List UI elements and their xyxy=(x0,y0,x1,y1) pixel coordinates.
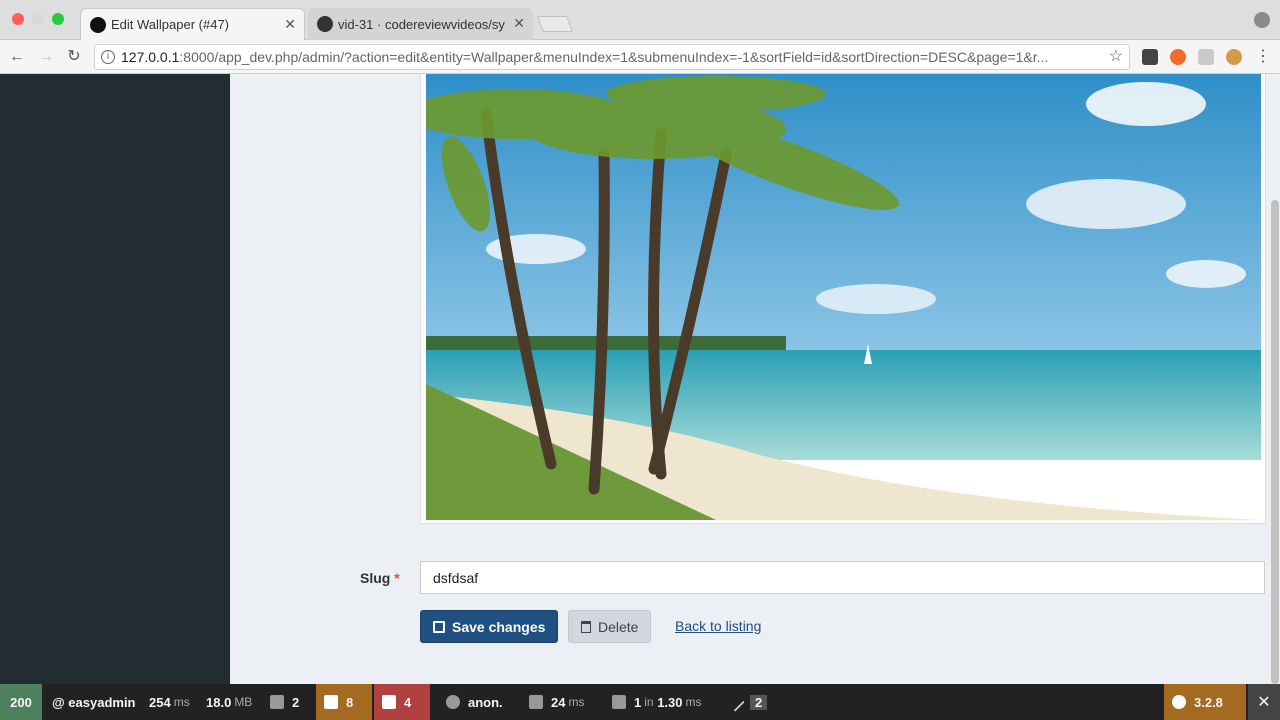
profile-icon[interactable] xyxy=(1254,12,1270,28)
request-time: 254 xyxy=(149,694,171,710)
config-item[interactable]: 2 xyxy=(720,684,775,720)
magic-wand-icon xyxy=(725,692,745,712)
db-time: 1.30 xyxy=(657,694,683,710)
required-marker: * xyxy=(394,570,400,586)
tab-github[interactable]: vid-31 · codereviewvideos/sy ✕ xyxy=(308,8,533,40)
config-count: 2 xyxy=(750,694,768,710)
status-code: 200 xyxy=(10,694,32,710)
render-time-unit: ms xyxy=(568,695,585,709)
translation-icon xyxy=(382,695,396,709)
symfony-version: 3.2.8 xyxy=(1194,694,1223,710)
extension-icon[interactable] xyxy=(1198,49,1214,65)
back-arrow-icon[interactable]: ← xyxy=(6,46,28,68)
form-icon xyxy=(270,695,284,709)
logs-count: 8 xyxy=(346,694,354,710)
cookie-icon[interactable] xyxy=(1226,49,1242,65)
close-toolbar-button[interactable]: ✕ xyxy=(1248,684,1280,720)
menu-icon[interactable]: ⋮ xyxy=(1252,46,1274,68)
url-path: :8000/app_dev.php/admin/?action=edit&ent… xyxy=(179,49,1049,65)
symfony-favicon-icon xyxy=(90,17,106,33)
slug-label: Slug * xyxy=(360,570,400,586)
translations-item[interactable]: 4 xyxy=(374,684,430,720)
browser-tab-strip: Edit Wallpaper (#47) ✕ vid-31 · coderevi… xyxy=(0,0,1280,40)
tab-edit-wallpaper[interactable]: Edit Wallpaper (#47) ✕ xyxy=(80,8,305,40)
user-name: anon. xyxy=(468,694,503,710)
memory-item[interactable]: 18.0 MB xyxy=(198,684,260,720)
request-time-unit: ms xyxy=(173,695,190,709)
template-icon xyxy=(529,695,543,709)
user-icon xyxy=(446,695,460,709)
symfony-debug-toolbar: 200 @ easyadmin 254 ms 18.0 MB 2 8 4 anon.… xyxy=(0,684,1280,720)
minimize-window-button[interactable] xyxy=(32,13,44,25)
github-favicon-icon xyxy=(317,16,333,32)
database-icon xyxy=(612,695,626,709)
memory-unit: MB xyxy=(234,695,253,709)
db-query-count: 1 xyxy=(634,694,642,710)
browser-toolbar: ← → ↻ i 127.0.0.1:8000/app_dev.php/admin… xyxy=(0,40,1280,74)
route-name: @ easyadmin xyxy=(52,694,136,710)
database-item[interactable]: 1 in 1.30 ms xyxy=(604,684,710,720)
route-item[interactable]: @ easyadmin xyxy=(44,684,144,720)
close-tab-icon[interactable]: ✕ xyxy=(284,16,296,33)
maximize-window-button[interactable] xyxy=(52,13,64,25)
status-code-badge[interactable]: 200 xyxy=(0,684,42,720)
save-icon xyxy=(433,620,445,633)
render-time-item[interactable]: 24 ms xyxy=(521,684,592,720)
trash-icon xyxy=(581,620,591,633)
symfony-version-item[interactable]: 3.2.8 xyxy=(1164,684,1246,720)
close-tab-icon[interactable]: ✕ xyxy=(513,15,525,32)
image-preview-panel xyxy=(420,74,1266,524)
exclamation-icon xyxy=(324,695,338,709)
request-time-item[interactable]: 254 ms xyxy=(141,684,198,720)
save-changes-button[interactable]: Save changes xyxy=(420,610,559,643)
scrollbar-thumb[interactable] xyxy=(1271,200,1279,684)
forms-count: 2 xyxy=(292,694,300,710)
db-in: in xyxy=(644,695,654,709)
delete-button[interactable]: Delete xyxy=(568,610,652,643)
db-time-unit: ms xyxy=(685,695,702,709)
info-icon[interactable]: i xyxy=(101,50,115,64)
delete-label: Delete xyxy=(598,618,639,635)
back-to-listing-link[interactable]: Back to listing xyxy=(675,618,761,634)
tab-title: vid-31 · codereviewvideos/sy xyxy=(338,16,505,32)
bookmark-star-icon[interactable]: ☆ xyxy=(1109,45,1123,69)
admin-sidebar xyxy=(0,74,230,684)
forms-item[interactable]: 2 xyxy=(262,684,307,720)
new-tab-button[interactable] xyxy=(537,16,573,32)
slug-label-text: Slug xyxy=(360,570,391,586)
save-label: Save changes xyxy=(452,618,546,635)
slug-input[interactable] xyxy=(420,561,1265,594)
reload-icon[interactable]: ↻ xyxy=(63,46,85,68)
memory-value: 18.0 xyxy=(206,694,232,710)
user-item[interactable]: anon. xyxy=(438,684,511,720)
symfony-logo-icon xyxy=(1172,695,1186,709)
url-host: 127.0.0.1 xyxy=(121,49,180,65)
render-time: 24 xyxy=(551,694,566,710)
tab-title: Edit Wallpaper (#47) xyxy=(111,17,230,32)
main-content: Slug * Save changes Delete Back to listi… xyxy=(230,74,1270,684)
extension-icon[interactable] xyxy=(1170,49,1186,65)
translations-count: 4 xyxy=(404,694,412,710)
extension-icon[interactable] xyxy=(1142,49,1158,65)
logs-item[interactable]: 8 xyxy=(316,684,372,720)
close-window-button[interactable] xyxy=(12,13,24,25)
forward-arrow-icon[interactable]: → xyxy=(35,46,57,68)
wallpaper-image xyxy=(426,74,1261,520)
address-bar[interactable]: i 127.0.0.1:8000/app_dev.php/admin/?acti… xyxy=(94,44,1130,70)
